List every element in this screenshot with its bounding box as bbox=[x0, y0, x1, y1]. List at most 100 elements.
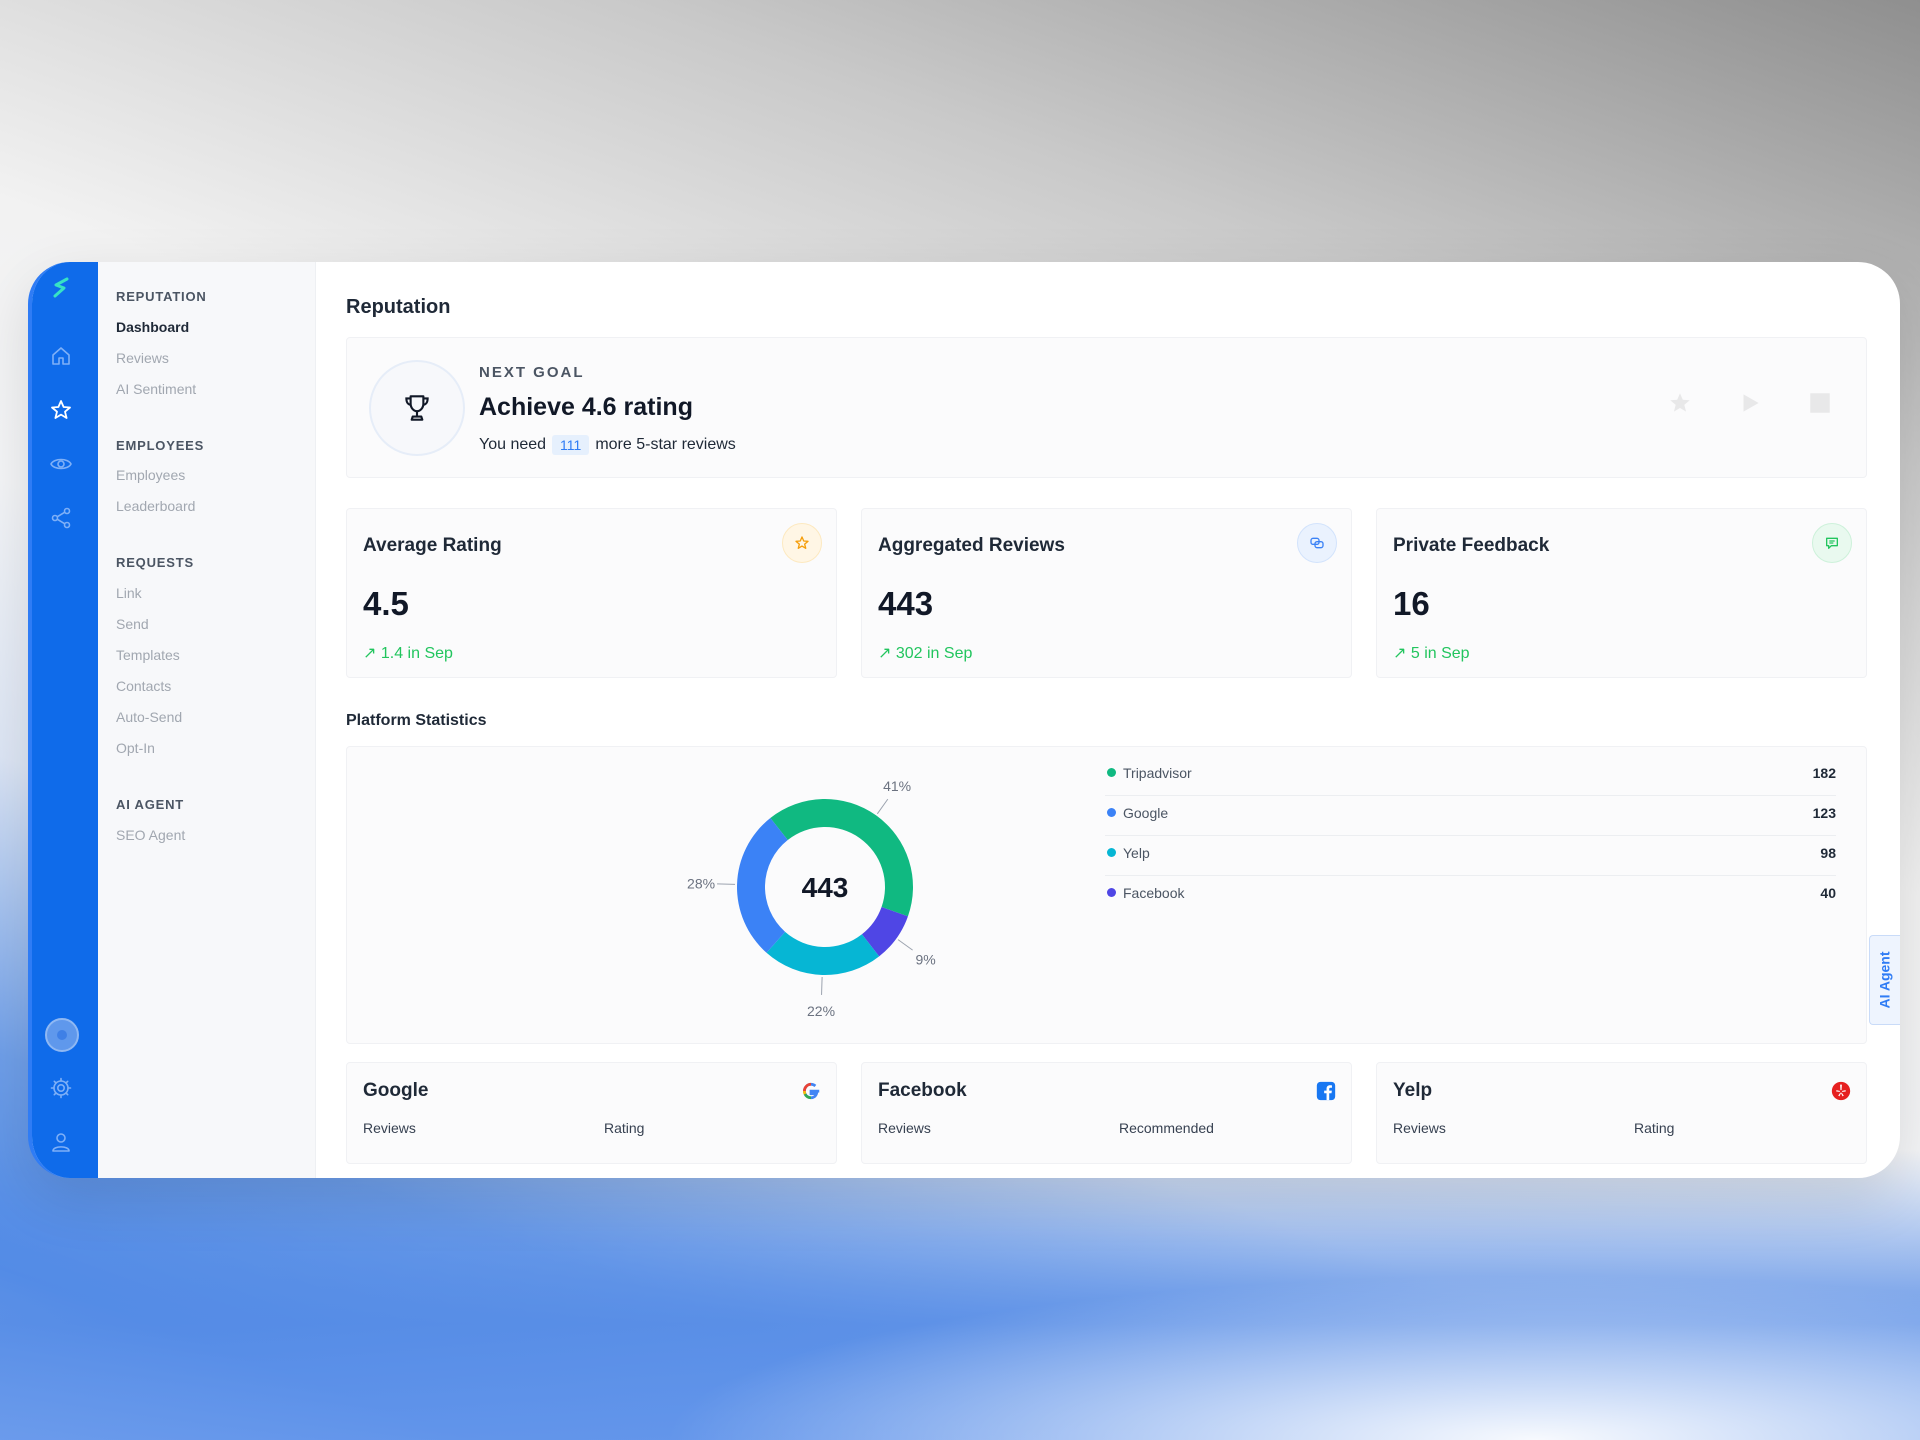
eye-icon[interactable] bbox=[49, 452, 73, 476]
nav-section-ai-agent: AI AGENT bbox=[116, 797, 185, 812]
nav-item-leaderboard[interactable]: Leaderboard bbox=[116, 498, 195, 514]
nav-section-reputation: REPUTATION bbox=[116, 289, 207, 304]
nav-item-employees[interactable]: Employees bbox=[116, 467, 185, 483]
donut-slice-yelp[interactable] bbox=[766, 931, 880, 975]
ai-agent-tab-label: AI Agent bbox=[1877, 951, 1894, 1009]
nav-section-requests: REQUESTS bbox=[116, 555, 194, 570]
faded-star-icon bbox=[1670, 393, 1690, 412]
nav-item-opt-in[interactable]: Opt-In bbox=[116, 740, 155, 756]
platform-col-rating: Rating bbox=[604, 1120, 645, 1136]
legend-value: 40 bbox=[1820, 885, 1836, 901]
platform-card-yelp[interactable]: Yelp Reviews Rating bbox=[1376, 1062, 1867, 1164]
platform-card-facebook[interactable]: Facebook Reviews Recommended bbox=[861, 1062, 1352, 1164]
goal-subtext: You need 111 more 5-star reviews bbox=[479, 435, 736, 455]
faded-grid-icon bbox=[1810, 393, 1830, 413]
app-logo-icon[interactable] bbox=[49, 276, 73, 300]
goal-label: NEXT GOAL bbox=[479, 364, 585, 381]
google-logo-icon bbox=[803, 1082, 820, 1100]
platform-statistics-panel: 41% 9% 22% 28% 443 Tripadvisor 182 Google 12… bbox=[346, 746, 1867, 1044]
yelp-logo-icon bbox=[1831, 1081, 1851, 1101]
legend-dot bbox=[1107, 768, 1116, 777]
stat-card-aggregated-reviews: Aggregated Reviews 443 ↗ 302 in Sep bbox=[861, 508, 1352, 678]
card-title: Private Feedback bbox=[1393, 535, 1550, 556]
card-delta: ↗ 302 in Sep bbox=[878, 645, 973, 662]
platform-col-reviews: Reviews bbox=[363, 1120, 416, 1136]
donut-leader-line bbox=[717, 883, 736, 885]
star-icon[interactable] bbox=[49, 398, 73, 422]
legend-row-google: Google 123 bbox=[1105, 795, 1836, 836]
next-goal-banner: NEXT GOAL Achieve 4.6 rating You need 11… bbox=[346, 337, 1867, 478]
legend-value: 98 bbox=[1820, 845, 1836, 861]
faded-play-icon bbox=[1743, 394, 1759, 412]
platform-statistics-title: Platform Statistics bbox=[346, 712, 487, 729]
legend-row-yelp: Yelp 98 bbox=[1105, 835, 1836, 876]
nav-item-link[interactable]: Link bbox=[116, 585, 142, 601]
donut-slice-label: 41% bbox=[883, 778, 911, 794]
goal-sub-after: more 5-star reviews bbox=[595, 436, 736, 453]
facebook-logo-icon bbox=[1316, 1081, 1336, 1101]
platform-col-recommended: Recommended bbox=[1119, 1120, 1214, 1136]
home-icon[interactable] bbox=[49, 344, 73, 368]
donut-leader-line bbox=[876, 798, 889, 815]
platform-title: Yelp bbox=[1393, 1080, 1433, 1101]
nav-item-ai-sentiment[interactable]: AI Sentiment bbox=[116, 381, 196, 397]
legend-dot bbox=[1107, 888, 1116, 897]
donut-chart: 41% 9% 22% 28% 443 bbox=[687, 778, 936, 1019]
legend-value: 123 bbox=[1812, 805, 1836, 821]
page-title: Reputation bbox=[346, 296, 451, 318]
platform-card-google[interactable]: Google Reviews Rating bbox=[346, 1062, 837, 1164]
legend-row-tripadvisor: Tripadvisor 182 bbox=[1105, 755, 1836, 796]
legend-name: Facebook bbox=[1123, 885, 1185, 901]
card-value: 443 bbox=[878, 585, 934, 622]
ai-agent-tab[interactable]: AI Agent bbox=[1869, 935, 1900, 1025]
nav-item-dashboard[interactable]: Dashboard bbox=[116, 319, 189, 335]
message-icon bbox=[1812, 523, 1852, 563]
donut-slice-label: 22% bbox=[807, 1003, 835, 1019]
nav-item-auto-send[interactable]: Auto-Send bbox=[116, 709, 182, 725]
main-content: Reputation NEXT GOAL Achieve 4.6 rating … bbox=[315, 262, 1900, 1178]
platform-col-reviews: Reviews bbox=[1393, 1120, 1446, 1136]
user-icon[interactable] bbox=[49, 1130, 73, 1154]
goal-sub-before: You need bbox=[479, 436, 547, 453]
nav-item-seo-agent[interactable]: SEO Agent bbox=[116, 827, 185, 843]
donut-slice-google[interactable] bbox=[737, 818, 788, 953]
nav-item-contacts[interactable]: Contacts bbox=[116, 678, 171, 694]
platform-title: Google bbox=[363, 1080, 429, 1101]
platform-col-reviews: Reviews bbox=[878, 1120, 931, 1136]
donut-leader-line bbox=[897, 939, 913, 951]
card-delta: ↗ 5 in Sep bbox=[1393, 645, 1470, 662]
stat-card-average-rating: Average Rating 4.5 ↗ 1.4 in Sep bbox=[346, 508, 837, 678]
legend-value: 182 bbox=[1812, 765, 1836, 781]
card-value: 16 bbox=[1393, 585, 1430, 622]
nav-item-reviews[interactable]: Reviews bbox=[116, 350, 169, 366]
donut-slice-label: 28% bbox=[687, 875, 715, 891]
donut-leader-line bbox=[821, 976, 823, 995]
legend-name: Google bbox=[1123, 805, 1169, 821]
avatar[interactable] bbox=[45, 1018, 79, 1052]
goal-headline: Achieve 4.6 rating bbox=[479, 393, 693, 421]
background-glow bbox=[0, 1150, 1920, 1440]
nav-item-templates[interactable]: Templates bbox=[116, 647, 180, 663]
platform-col-rating: Rating bbox=[1634, 1120, 1675, 1136]
app-window: REPUTATION Dashboard Reviews AI Sentimen… bbox=[28, 262, 1900, 1178]
goal-count-badge: 111 bbox=[552, 435, 590, 455]
chat-bubbles-icon bbox=[1297, 523, 1337, 563]
platform-title: Facebook bbox=[878, 1080, 967, 1101]
card-title: Average Rating bbox=[363, 535, 502, 556]
star-icon bbox=[782, 523, 822, 563]
card-delta: ↗ 1.4 in Sep bbox=[363, 645, 453, 662]
legend-dot bbox=[1107, 808, 1116, 817]
share-icon[interactable] bbox=[49, 506, 73, 530]
donut-center-total: 443 bbox=[802, 872, 849, 903]
icon-rail bbox=[32, 262, 98, 1178]
nav-item-send[interactable]: Send bbox=[116, 616, 149, 632]
gear-icon[interactable] bbox=[49, 1076, 73, 1100]
card-title: Aggregated Reviews bbox=[878, 535, 1065, 556]
trophy-icon bbox=[369, 360, 465, 456]
legend-name: Tripadvisor bbox=[1123, 765, 1192, 781]
legend-name: Yelp bbox=[1123, 845, 1150, 861]
nav-section-employees: EMPLOYEES bbox=[116, 438, 205, 453]
secondary-sidebar: REPUTATION Dashboard Reviews AI Sentimen… bbox=[98, 262, 316, 1178]
stat-card-private-feedback: Private Feedback 16 ↗ 5 in Sep bbox=[1376, 508, 1867, 678]
legend-dot bbox=[1107, 848, 1116, 857]
